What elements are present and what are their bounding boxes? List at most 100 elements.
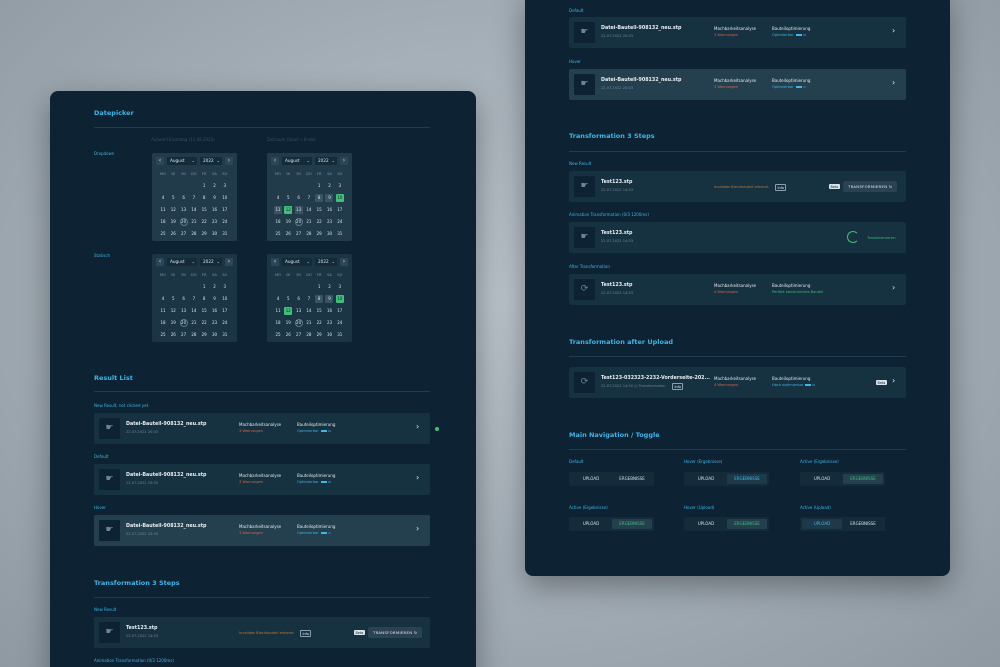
day-cell[interactable]: 30 (325, 331, 333, 339)
day-cell[interactable]: 11 (159, 307, 167, 315)
chevron-left-icon[interactable]: ‹ (271, 157, 279, 165)
day-cell[interactable]: 25 (274, 331, 282, 339)
day-cell[interactable]: 20 (179, 218, 188, 226)
day-cell[interactable]: 28 (190, 331, 198, 339)
year-select[interactable]: 2022 ⌄ (315, 157, 337, 165)
transform-button[interactable]: TRANSFORMIEREN ↻ (368, 627, 423, 638)
calendar-single-dropdown[interactable]: ‹ August ⌄ 2022 ⌄ › MO DI MI DO FR SA SO 1 2 3 4 5 6 7 8 9 10 1… (152, 153, 237, 241)
day-cell[interactable]: 26 (169, 230, 177, 238)
day-cell[interactable]: 5 (169, 295, 177, 303)
result-row-hover[interactable]: ☛ Datei-Bauteil-908132_neu.stp 22.07.202… (569, 69, 906, 100)
transform-row-new[interactable]: ☛ Test123.stp 22.07.2022 14:53 Invalides… (94, 617, 430, 648)
day-cell[interactable]: 9 (210, 295, 218, 303)
day-cell[interactable]: 21 (190, 218, 198, 226)
day-cell[interactable]: 31 (221, 230, 229, 238)
day-cell[interactable]: 22 (315, 218, 323, 226)
day-cell[interactable]: 2 (325, 182, 333, 190)
result-row-new[interactable]: ☛ Datei-Bauteil-908132_neu.stp 22.07.202… (94, 413, 430, 444)
month-select[interactable]: August ⌄ (282, 157, 312, 165)
upload-row[interactable]: ⟳ Test123-032323-2232-Vorderseite-202...… (569, 367, 906, 398)
day-cell[interactable]: 19 (169, 218, 177, 226)
chevron-right-icon[interactable]: › (340, 258, 348, 266)
results-tab[interactable]: ERGEBNISSE (727, 474, 767, 484)
day-cell[interactable]: 30 (210, 331, 218, 339)
calendar-single-static[interactable]: ‹ August ⌄ 2022 ⌄ › MO DI MI DO FR SA SO 1 2 3 4 5 6 7 8 9 10 1… (152, 254, 237, 342)
results-tab[interactable]: ERGEBNISSE (612, 519, 652, 529)
day-cell[interactable]: 21 (305, 319, 313, 327)
upload-tab[interactable]: UPLOAD (571, 519, 611, 529)
calendar-range-dropdown[interactable]: ‹ August ⌄ 2022 ⌄ › MO DI MI DO FR SA SO 1 2 3 4 5 6 7 8 9 10 1… (267, 153, 352, 241)
day-cell[interactable]: 23 (210, 218, 218, 226)
day-cell[interactable]: 5 (284, 194, 292, 202)
day-cell[interactable]: 22 (200, 319, 208, 327)
nav-toggle-hover-results[interactable]: UPLOAD ERGEBNISSE (684, 472, 769, 486)
upload-tab[interactable]: UPLOAD (686, 474, 726, 484)
day-cell[interactable]: 31 (336, 230, 344, 238)
day-cell[interactable]: 18 (274, 218, 282, 226)
day-cell[interactable]: 8 (200, 194, 208, 202)
upload-tab[interactable]: UPLOAD (686, 519, 726, 529)
day-cell[interactable]: 27 (180, 230, 188, 238)
day-cell[interactable]: 10 (221, 295, 229, 303)
day-cell[interactable]: 3 (221, 283, 229, 291)
day-cell[interactable]: 6 (180, 295, 188, 303)
nav-toggle-hover-upload[interactable]: UPLOAD ERGEBNISSE (684, 517, 769, 531)
day-cell[interactable]: 27 (180, 331, 188, 339)
result-row-default[interactable]: ☛ Datei-Bauteil-908132_neu.stp 22.07.202… (569, 17, 906, 48)
day-cell[interactable]: 25 (274, 230, 282, 238)
chevron-left-icon[interactable]: ‹ (271, 258, 279, 266)
day-cell[interactable]: 16 (210, 307, 218, 315)
day-cell[interactable]: 11 (274, 206, 282, 214)
day-cell[interactable]: 22 (200, 218, 208, 226)
day-cell[interactable]: 10 (221, 194, 229, 202)
day-cell[interactable]: 16 (325, 307, 333, 315)
year-select[interactable]: 2022 ⌄ (200, 157, 222, 165)
day-cell[interactable]: 26 (169, 331, 177, 339)
day-cell[interactable]: 1 (200, 182, 208, 190)
day-cell[interactable]: 2 (210, 283, 218, 291)
day-cell[interactable]: 4 (159, 295, 167, 303)
day-cell[interactable]: 24 (221, 319, 229, 327)
upload-tab[interactable]: UPLOAD (802, 474, 842, 484)
info-badge[interactable]: Info (300, 630, 312, 637)
day-cell[interactable]: 27 (295, 331, 303, 339)
results-tab[interactable]: ERGEBNISSE (843, 519, 883, 529)
day-cell[interactable]: 21 (305, 218, 313, 226)
day-cell[interactable]: 12 (284, 206, 293, 214)
day-cell[interactable]: 20 (294, 218, 303, 226)
day-cell[interactable]: 14 (190, 307, 198, 315)
day-cell[interactable]: 17 (221, 206, 229, 214)
nav-toggle-default[interactable]: UPLOAD ERGEBNISSE (569, 472, 654, 486)
day-cell[interactable]: 13 (180, 307, 188, 315)
day-cell[interactable]: 6 (180, 194, 188, 202)
transform-button[interactable]: TRANSFORMIEREN ↻ (843, 181, 898, 192)
chevron-right-icon[interactable]: › (892, 78, 895, 87)
day-cell[interactable]: 4 (274, 295, 282, 303)
upload-tab[interactable]: UPLOAD (802, 519, 842, 529)
day-cell[interactable]: 8 (200, 295, 208, 303)
day-cell[interactable]: 15 (200, 307, 208, 315)
day-cell[interactable]: 17 (336, 206, 344, 214)
day-cell[interactable]: 18 (159, 319, 167, 327)
day-cell[interactable]: 9 (325, 295, 334, 303)
day-cell[interactable]: 20 (179, 319, 188, 327)
day-cell[interactable]: 15 (315, 206, 323, 214)
day-cell[interactable]: 31 (336, 331, 344, 339)
day-cell[interactable]: 29 (200, 331, 208, 339)
day-cell[interactable]: 7 (190, 295, 198, 303)
nav-toggle-active-results[interactable]: UPLOAD ERGEBNISSE (800, 472, 885, 486)
day-cell[interactable]: 31 (221, 331, 229, 339)
day-cell[interactable]: 20 (294, 319, 303, 327)
chevron-right-icon[interactable]: › (416, 473, 419, 482)
day-cell[interactable]: 8 (315, 194, 324, 202)
year-select[interactable]: 2022 ⌄ (315, 258, 337, 266)
results-tab[interactable]: ERGEBNISSE (843, 474, 883, 484)
day-cell[interactable]: 7 (190, 194, 198, 202)
day-cell[interactable]: 1 (315, 182, 323, 190)
day-cell[interactable]: 2 (325, 283, 333, 291)
day-cell[interactable]: 9 (210, 194, 218, 202)
day-cell[interactable]: 10 (335, 194, 344, 202)
day-cell[interactable]: 19 (169, 319, 177, 327)
day-cell[interactable]: 13 (180, 206, 188, 214)
transform-row-after[interactable]: ⟳ Test123.stp 22.07.2022 14:53 Machbarke… (569, 274, 906, 305)
